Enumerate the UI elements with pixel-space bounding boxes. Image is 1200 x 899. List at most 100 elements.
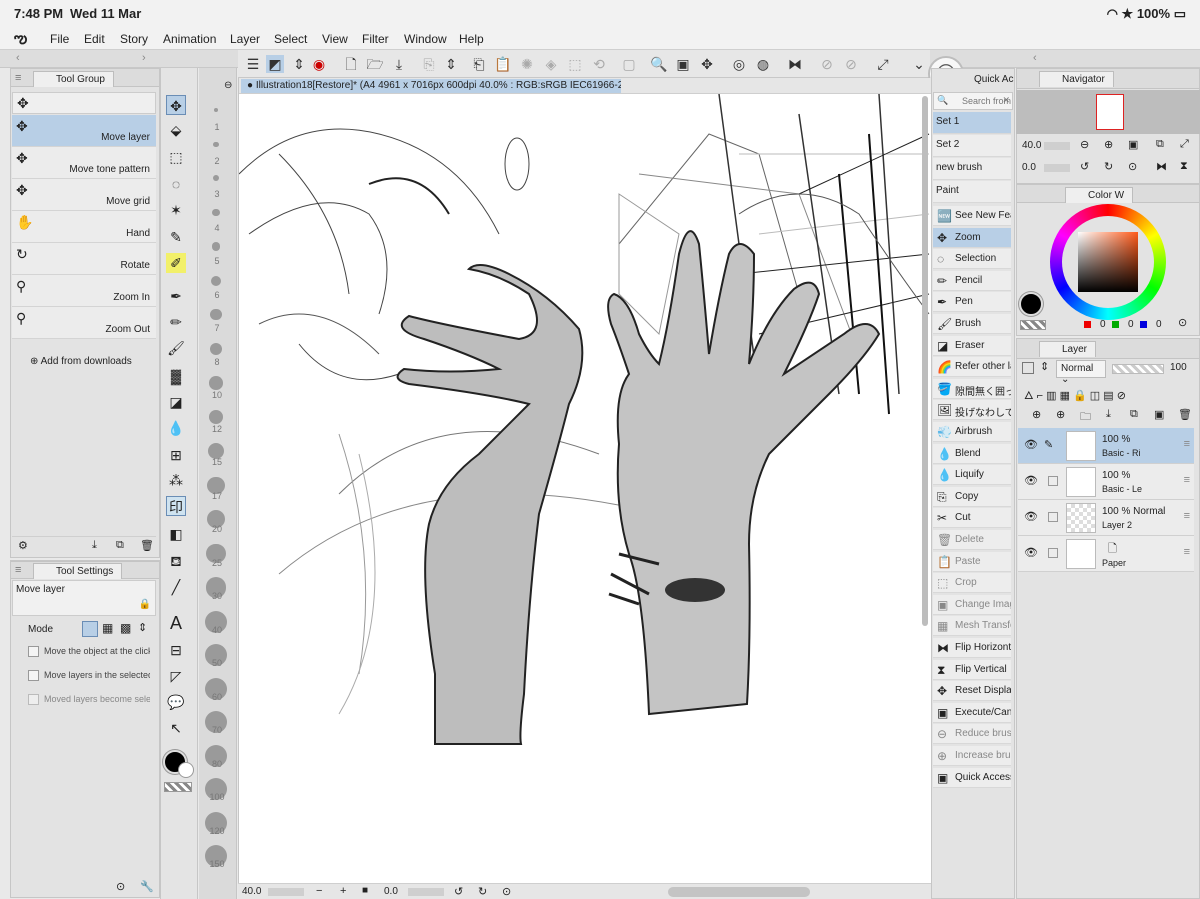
link-icon[interactable]: ⊘ bbox=[818, 55, 836, 73]
menu-file[interactable]: File bbox=[50, 32, 69, 46]
menu-select[interactable]: Select bbox=[274, 32, 307, 46]
import-icon[interactable]: ⤓ bbox=[92, 539, 97, 552]
trash-icon[interactable]: 🗑 bbox=[140, 539, 154, 552]
hamburger-menu-icon[interactable]: ☰ bbox=[244, 55, 262, 73]
drag-handle-icon[interactable]: ≡ bbox=[1184, 438, 1190, 450]
quick-access-item[interactable]: ▣ Quick Access S bbox=[933, 767, 1011, 788]
visibility-eye-icon[interactable]: 👁 bbox=[1024, 438, 1038, 451]
fit-window-icon[interactable]: ⧉ bbox=[1156, 138, 1164, 151]
brush-size-dot[interactable] bbox=[210, 309, 222, 321]
stamp-icon[interactable]: 印 bbox=[166, 496, 186, 516]
gradient-icon[interactable]: ◧ bbox=[166, 524, 186, 544]
brush-size-dot[interactable] bbox=[209, 342, 223, 355]
frame-icon[interactable]: ⊟ bbox=[166, 640, 186, 660]
quick-access-set-3[interactable]: new brush bbox=[933, 158, 1011, 180]
transfer-down-icon[interactable]: ⤓ bbox=[1106, 408, 1111, 421]
quick-access-item[interactable]: ⧓ Flip Horizontal bbox=[933, 638, 1011, 658]
layer-row-paper[interactable]: 👁 🗋 Paper ≡ bbox=[1018, 536, 1194, 572]
balloon-icon[interactable]: 💬 bbox=[166, 692, 186, 712]
reset-icon[interactable]: ⊙ bbox=[116, 880, 125, 893]
quick-access-set-1[interactable]: Set 1 bbox=[933, 112, 1011, 134]
menu-layer[interactable]: Layer bbox=[230, 32, 260, 46]
fit-icon[interactable]: ▣ bbox=[674, 55, 692, 73]
duplicate-icon[interactable]: ⧉ bbox=[116, 539, 124, 552]
rotate-right-icon[interactable]: ↻ bbox=[478, 885, 487, 898]
option-moved-layers-selected[interactable]: Moved layers become selected bbox=[28, 694, 150, 708]
tab-tool-group[interactable]: Tool Group bbox=[33, 71, 114, 87]
layer-checkbox[interactable] bbox=[1048, 512, 1058, 522]
save-icon[interactable]: ⤓ bbox=[390, 55, 408, 73]
canvas-tab[interactable]: ● Illustration18[Restore]* (A4 4961 x 70… bbox=[241, 79, 621, 93]
blue-value[interactable]: 0 bbox=[1156, 319, 1162, 330]
quick-access-item[interactable]: ▣ Change Image F bbox=[933, 594, 1011, 615]
quick-access-item[interactable]: ◌ Selection bbox=[933, 249, 1011, 270]
red-value[interactable]: 0 bbox=[1100, 319, 1106, 330]
navigator-rotate-value[interactable]: 0.0 bbox=[1022, 162, 1036, 173]
option-move-object[interactable]: Move the object at the clicked pos bbox=[28, 646, 150, 660]
horizontal-scrollbar[interactable] bbox=[668, 887, 810, 897]
quick-access-item[interactable]: ✏ Pencil bbox=[933, 270, 1011, 291]
tool-move-grid[interactable]: ✥ Move grid bbox=[12, 179, 156, 211]
quick-access-item[interactable]: ⎘ Copy bbox=[933, 486, 1011, 507]
layer-checkbox[interactable] bbox=[1048, 476, 1058, 486]
correct-line-icon[interactable]: ↖ bbox=[166, 718, 186, 738]
chevron-updown-icon[interactable]: ⇕ bbox=[1040, 360, 1049, 373]
green-value[interactable]: 0 bbox=[1128, 319, 1134, 330]
flip-vertical-icon[interactable]: ⧗ bbox=[1180, 160, 1188, 173]
brush-size-dot[interactable] bbox=[214, 108, 218, 112]
actual-size-icon[interactable]: ▣ bbox=[1128, 138, 1138, 151]
close-icon[interactable]: ✕ bbox=[1002, 95, 1010, 106]
chevron-updown-icon[interactable]: ⇕ bbox=[290, 55, 308, 73]
rotate-left-icon[interactable]: ↺ bbox=[1080, 160, 1089, 173]
merge-icon[interactable]: ⧉ bbox=[1130, 408, 1138, 421]
quick-access-item[interactable]: ✥ Reset Display bbox=[933, 681, 1011, 702]
rotate-slider[interactable] bbox=[408, 888, 444, 896]
collapse-right-panel-icon[interactable]: ‹ bbox=[1033, 52, 1037, 64]
mode-option-3-icon[interactable]: ▩ bbox=[120, 621, 131, 635]
flip-horizontal-icon[interactable]: ⧓ bbox=[1156, 160, 1167, 173]
quick-access-item[interactable]: ✥ Zoom bbox=[933, 227, 1011, 248]
drag-handle-icon[interactable]: ≡ bbox=[1184, 474, 1190, 486]
quick-access-item[interactable]: 🖼投げなわして塗る bbox=[933, 400, 1011, 421]
tab-color-wheel[interactable]: Color W bbox=[1065, 187, 1134, 203]
tool-hand[interactable]: ✋ Hand bbox=[12, 211, 156, 243]
lasso-icon[interactable]: ◌ bbox=[166, 174, 186, 194]
layer-clip-toggle[interactable] bbox=[1022, 362, 1034, 374]
opacity-value[interactable]: 100 bbox=[1170, 362, 1187, 373]
tab-tool-settings[interactable]: Tool Settings bbox=[33, 563, 123, 579]
drag-handle-icon[interactable]: ≡ bbox=[1184, 546, 1190, 558]
quick-access-item[interactable]: 🆕See New Featur bbox=[933, 206, 1011, 226]
canvas-area[interactable]: ● Illustration18[Restore]* (A4 4961 x 70… bbox=[238, 78, 932, 883]
zoom-value[interactable]: 40.0 bbox=[242, 886, 261, 897]
selection-rect-icon[interactable]: ⬚ bbox=[166, 147, 186, 167]
text-icon[interactable]: A bbox=[166, 613, 186, 633]
navigator-rotate-slider[interactable] bbox=[1044, 164, 1070, 172]
tool-icon[interactable]: ◩ bbox=[266, 55, 284, 73]
vertical-scrollbar[interactable] bbox=[922, 96, 928, 626]
quick-access-item[interactable]: ⬚ Crop bbox=[933, 573, 1011, 594]
brush-size-dot[interactable] bbox=[209, 376, 223, 390]
artwork[interactable] bbox=[239, 94, 932, 883]
tab-quick-access[interactable]: Quick Ac bbox=[974, 74, 1013, 85]
collapse-right-icon[interactable]: › bbox=[142, 52, 146, 64]
transparent-swatch[interactable] bbox=[1020, 320, 1046, 330]
opacity-slider[interactable] bbox=[1112, 364, 1164, 374]
figure-icon[interactable]: ⊞ bbox=[166, 445, 186, 465]
fill-bucket-icon[interactable]: ⛾ bbox=[166, 551, 186, 571]
flip-horizontal-icon[interactable]: ⧓ bbox=[786, 55, 804, 73]
quick-access-item[interactable]: 💧 Blend bbox=[933, 443, 1011, 464]
layer-mask-icon[interactable]: ▣ bbox=[1154, 408, 1164, 421]
quick-access-item[interactable]: 📋 Paste bbox=[933, 551, 1011, 572]
pen-icon[interactable]: ✒ bbox=[166, 286, 186, 306]
scale-icon[interactable]: ⬚ bbox=[566, 55, 584, 73]
current-color-swatch[interactable] bbox=[1019, 292, 1043, 316]
transparent-color-swatch[interactable] bbox=[164, 782, 192, 792]
visibility-eye-icon[interactable]: 👁 bbox=[1024, 546, 1038, 559]
quick-access-item[interactable]: 💧 Liquify bbox=[933, 465, 1011, 486]
settings-icon[interactable]: ⚙ bbox=[18, 539, 28, 552]
quick-access-set-4[interactable]: Paint bbox=[933, 181, 1011, 203]
zoom-out-icon[interactable]: − bbox=[316, 885, 322, 897]
quick-access-item[interactable]: 🪣隙間無く囲って bbox=[933, 378, 1011, 399]
grip-icon[interactable]: ≡ bbox=[15, 72, 21, 84]
visibility-eye-icon[interactable]: 👁 bbox=[1024, 474, 1038, 487]
